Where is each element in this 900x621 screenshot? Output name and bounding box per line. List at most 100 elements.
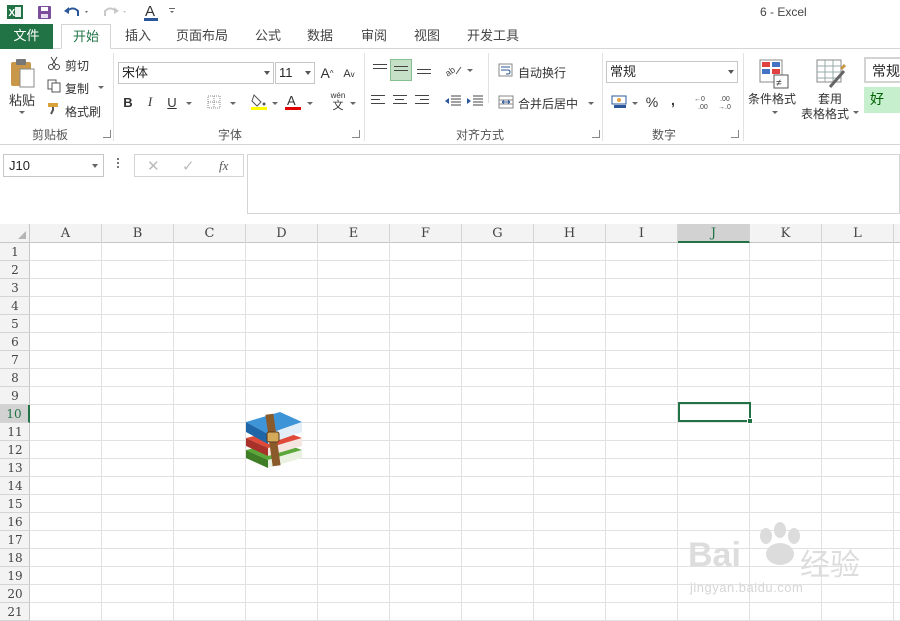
select-all-button[interactable] <box>0 224 30 243</box>
cancel-icon[interactable]: ✕ <box>147 157 160 175</box>
column-header-e[interactable]: E <box>318 224 390 243</box>
tab-review[interactable]: 审阅 <box>352 24 396 49</box>
style-good[interactable]: 好 <box>864 87 900 113</box>
column-header-c[interactable]: C <box>174 224 246 243</box>
increase-indent-icon[interactable] <box>466 94 484 108</box>
fill-color-icon[interactable] <box>250 93 268 111</box>
row-header-12[interactable]: 12 <box>0 441 30 459</box>
row-header-3[interactable]: 3 <box>0 279 30 297</box>
row-header-11[interactable]: 11 <box>0 423 30 441</box>
align-right-button[interactable] <box>414 94 430 108</box>
row-header-6[interactable]: 6 <box>0 333 30 351</box>
column-header-a[interactable]: A <box>30 224 102 243</box>
row-header-18[interactable]: 18 <box>0 549 30 567</box>
name-box[interactable]: J10 <box>3 154 104 177</box>
percent-button[interactable]: % <box>644 93 660 111</box>
resize-handle-icon[interactable] <box>117 158 120 172</box>
style-normal[interactable]: 常规 <box>864 57 900 83</box>
undo-icon[interactable] <box>62 2 92 22</box>
save-icon[interactable] <box>34 2 54 22</box>
column-header-f[interactable]: F <box>390 224 462 243</box>
formula-input[interactable] <box>247 154 900 214</box>
accounting-format-icon[interactable] <box>610 93 630 111</box>
paste-button[interactable]: 粘贴 <box>9 90 35 109</box>
enter-icon[interactable]: ✓ <box>182 157 195 175</box>
borders-icon[interactable] <box>206 94 222 110</box>
font-color-quick-icon[interactable]: A <box>142 2 176 22</box>
grow-font-button[interactable]: A ^ <box>319 63 335 83</box>
shrink-font-button[interactable]: Av <box>341 65 357 83</box>
top-align-button[interactable] <box>370 61 390 79</box>
comma-button[interactable]: , <box>667 91 679 109</box>
align-center-button[interactable] <box>392 94 408 108</box>
merge-dropdown-icon[interactable] <box>588 102 594 105</box>
orientation-icon[interactable]: ab <box>444 61 464 79</box>
align-left-button[interactable] <box>370 94 386 108</box>
fill-color-dropdown-icon[interactable] <box>272 102 278 105</box>
format-as-table-dropdown-icon[interactable] <box>853 111 859 114</box>
tab-developer[interactable]: 开发工具 <box>460 24 526 49</box>
clipboard-launcher-icon[interactable] <box>103 130 111 138</box>
row-header-17[interactable]: 17 <box>0 531 30 549</box>
row-header-13[interactable]: 13 <box>0 459 30 477</box>
copy-button[interactable]: 复制 <box>65 80 89 97</box>
tab-insert[interactable]: 插入 <box>116 24 160 49</box>
accounting-dropdown-icon[interactable] <box>632 102 638 105</box>
insert-function-button[interactable]: fx <box>219 158 228 174</box>
row-header-8[interactable]: 8 <box>0 369 30 387</box>
font-launcher-icon[interactable] <box>352 130 360 138</box>
bottom-align-button[interactable] <box>414 61 434 79</box>
row-header-5[interactable]: 5 <box>0 315 30 333</box>
row-header-21[interactable]: 21 <box>0 603 30 621</box>
cut-button[interactable]: 剪切 <box>65 57 89 74</box>
paste-dropdown-icon[interactable] <box>19 111 25 114</box>
increase-decimal-icon[interactable]: ←0.00 <box>694 93 714 111</box>
fill-handle[interactable] <box>747 418 753 424</box>
alignment-launcher-icon[interactable] <box>592 130 600 138</box>
tab-file[interactable]: 文件 <box>0 24 53 49</box>
column-header-k[interactable]: K <box>750 224 822 243</box>
tab-view[interactable]: 视图 <box>405 24 449 49</box>
active-cell-j10[interactable] <box>678 402 751 422</box>
tab-page-layout[interactable]: 页面布局 <box>170 24 234 49</box>
conditional-format-dropdown-icon[interactable] <box>772 111 778 114</box>
column-header-g[interactable]: G <box>462 224 534 243</box>
underline-button[interactable]: U <box>165 93 179 111</box>
underline-dropdown-icon[interactable] <box>186 102 192 105</box>
row-header-20[interactable]: 20 <box>0 585 30 603</box>
phonetic-guide-icon[interactable]: wén 文 <box>328 91 348 113</box>
column-header-d[interactable]: D <box>246 224 318 243</box>
tab-home[interactable]: 开始 <box>61 24 111 49</box>
row-header-7[interactable]: 7 <box>0 351 30 369</box>
column-header-b[interactable]: B <box>102 224 174 243</box>
redo-icon[interactable] <box>100 2 130 22</box>
conditional-format-button[interactable]: 条件格式 <box>748 90 796 107</box>
column-header-l[interactable]: L <box>822 224 894 243</box>
font-color-dropdown-icon[interactable] <box>307 102 313 105</box>
copy-dropdown-icon[interactable] <box>98 86 104 89</box>
number-format-select[interactable]: 常规 <box>606 61 738 83</box>
row-header-19[interactable]: 19 <box>0 567 30 585</box>
row-header-14[interactable]: 14 <box>0 477 30 495</box>
borders-dropdown-icon[interactable] <box>230 102 236 105</box>
font-size-select[interactable]: 11 <box>275 62 315 84</box>
column-header-j[interactable]: J <box>678 224 750 243</box>
phonetic-dropdown-icon[interactable] <box>350 102 356 105</box>
orientation-dropdown-icon[interactable] <box>467 69 473 72</box>
decrease-decimal-icon[interactable]: .00 →.0 <box>718 93 738 111</box>
column-header-i[interactable]: I <box>606 224 678 243</box>
row-header-10[interactable]: 10 <box>0 405 30 423</box>
embedded-archive-object[interactable] <box>240 406 306 474</box>
row-header-9[interactable]: 9 <box>0 387 30 405</box>
merge-center-button[interactable]: 合并后居中 <box>518 95 578 112</box>
row-header-16[interactable]: 16 <box>0 513 30 531</box>
number-launcher-icon[interactable] <box>731 130 739 138</box>
column-header-h[interactable]: H <box>534 224 606 243</box>
font-color-icon[interactable]: A <box>284 93 302 111</box>
format-painter-button[interactable]: 格式刷 <box>65 103 101 120</box>
font-name-select[interactable]: 宋体 <box>118 62 274 84</box>
decrease-indent-icon[interactable] <box>444 94 462 108</box>
row-header-2[interactable]: 2 <box>0 261 30 279</box>
wrap-text-button[interactable]: 自动换行 <box>518 64 566 81</box>
row-header-1[interactable]: 1 <box>0 243 30 261</box>
